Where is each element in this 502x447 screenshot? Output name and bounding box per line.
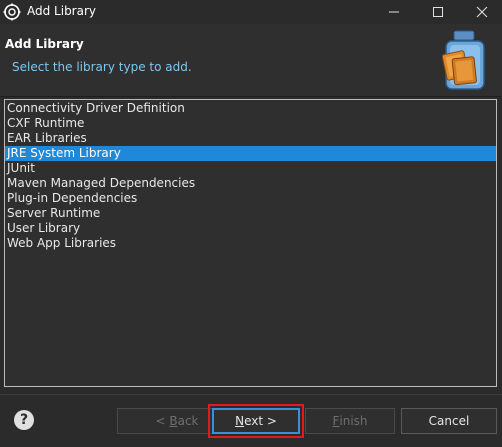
cancel-button[interactable]: Cancel bbox=[401, 408, 497, 434]
minimize-button[interactable] bbox=[372, 0, 416, 24]
eclipse-gear-icon bbox=[3, 3, 21, 21]
list-item[interactable]: Server Runtime bbox=[5, 206, 496, 221]
close-icon bbox=[476, 6, 488, 18]
list-item[interactable]: JUnit bbox=[5, 161, 496, 176]
next-rest: ext > bbox=[244, 414, 277, 428]
library-type-list[interactable]: Connectivity Driver Definition CXF Runtim… bbox=[4, 99, 497, 387]
list-item[interactable]: Maven Managed Dependencies bbox=[5, 176, 496, 191]
list-item[interactable]: CXF Runtime bbox=[5, 116, 496, 131]
library-jar-icon bbox=[441, 30, 485, 90]
list-item[interactable]: Web App Libraries bbox=[5, 236, 496, 251]
finish-button[interactable]: Finish bbox=[305, 408, 395, 434]
list-item[interactable]: JRE System Library bbox=[5, 146, 496, 161]
maximize-button[interactable] bbox=[416, 0, 460, 24]
title-bar: Add Library bbox=[0, 0, 502, 24]
maximize-icon bbox=[433, 7, 443, 17]
close-button[interactable] bbox=[460, 0, 502, 24]
finish-rest: inish bbox=[339, 414, 368, 428]
wizard-header: Add Library Select the library type to a… bbox=[0, 24, 502, 96]
button-bar-divider bbox=[0, 394, 502, 395]
list-item[interactable]: Connectivity Driver Definition bbox=[5, 101, 496, 116]
page-description: Select the library type to add. bbox=[12, 60, 192, 74]
help-button[interactable]: ? bbox=[14, 410, 34, 430]
minimize-icon bbox=[389, 11, 399, 13]
window-title: Add Library bbox=[27, 4, 97, 18]
back-rest: ack bbox=[177, 414, 199, 428]
finish-mnemonic: F bbox=[332, 414, 340, 428]
next-mnemonic: N bbox=[235, 414, 245, 428]
back-mnemonic: B bbox=[169, 414, 178, 428]
list-item[interactable]: Plug-in Dependencies bbox=[5, 191, 496, 206]
back-prefix: < bbox=[155, 414, 170, 428]
list-item[interactable]: User Library bbox=[5, 221, 496, 236]
list-item[interactable]: EAR Libraries bbox=[5, 131, 496, 146]
header-divider bbox=[0, 96, 502, 97]
next-button[interactable]: Next > bbox=[212, 408, 300, 434]
page-title: Add Library bbox=[5, 37, 84, 51]
